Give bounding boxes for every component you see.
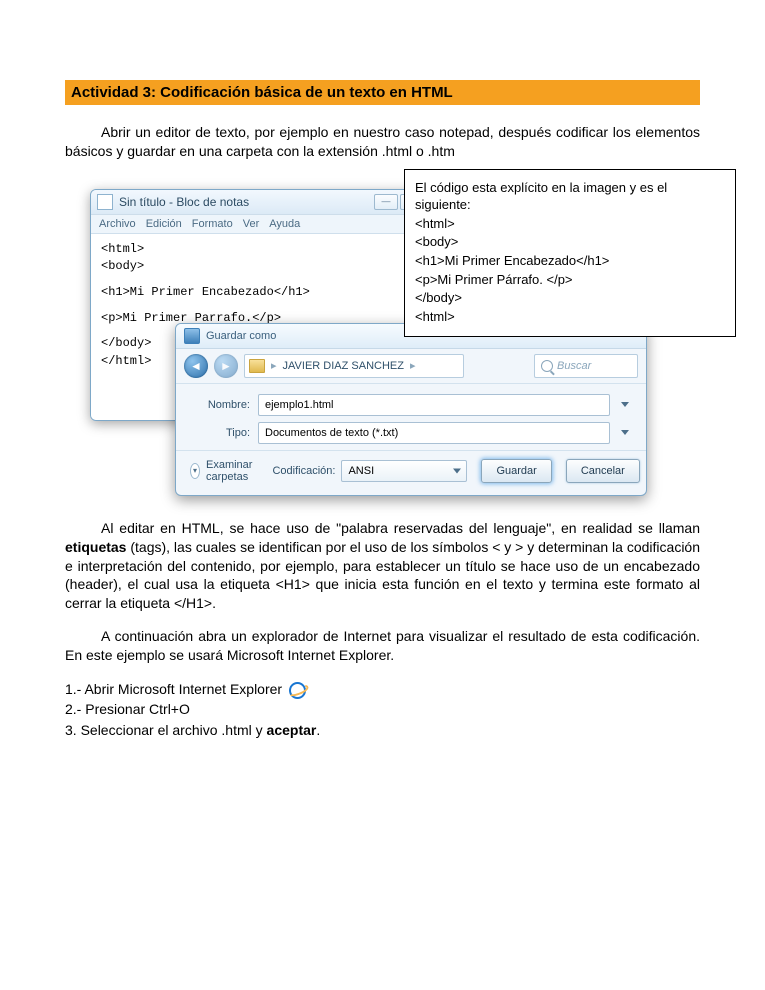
search-placeholder: Buscar xyxy=(557,360,591,372)
breadcrumb[interactable]: ▸ JAVIER DIAZ SANCHEZ ▸ xyxy=(244,354,464,378)
browse-folders-toggle[interactable]: ▾ Examinar carpetas xyxy=(190,459,258,483)
intro-paragraph: Abrir un editor de texto, por ejemplo en… xyxy=(65,123,700,161)
chevron-down-icon[interactable] xyxy=(621,430,629,435)
chevron-right-icon: ▸ xyxy=(410,359,416,372)
filename-label: Nombre: xyxy=(190,399,250,411)
step-3: 3. Seleccionar el archivo .html y acepta… xyxy=(65,720,700,740)
screenshot-figure: Sin título - Bloc de notas — ▢ ✕ Archivo… xyxy=(65,175,700,495)
filetype-select[interactable]: Documentos de texto (*.txt) xyxy=(258,422,610,444)
menu-ayuda[interactable]: Ayuda xyxy=(269,218,300,230)
notepad-title: Sin título - Bloc de notas xyxy=(119,195,249,209)
notepad-titlebar: Sin título - Bloc de notas — ▢ ✕ xyxy=(91,190,456,215)
filename-input[interactable]: ejemplo1.html xyxy=(258,394,610,416)
encoding-label: Codificación: xyxy=(272,465,335,477)
chevron-down-icon: ▾ xyxy=(190,463,200,479)
cancel-button[interactable]: Cancelar xyxy=(566,459,640,483)
folder-icon xyxy=(249,359,265,373)
callout-code: <html> xyxy=(415,308,725,326)
code-line: <html> xyxy=(101,242,446,258)
step-1: 1.- Abrir Microsoft Internet Explorer xyxy=(65,679,700,699)
code-line: <h1>Mi Primer Encabezado</h1> xyxy=(101,285,446,301)
save-as-dialog: Guardar como ◄ ► ▸ JAVIER DIAZ SANCHEZ ▸… xyxy=(175,323,647,496)
encoding-select[interactable]: ANSI xyxy=(341,460,467,482)
callout-text: El código esta explícito en la imagen y … xyxy=(415,179,725,214)
disk-icon xyxy=(184,328,200,344)
activity-heading: Actividad 3: Codificación básica de un t… xyxy=(65,80,700,105)
menu-formato[interactable]: Formato xyxy=(192,218,233,230)
code-line: <body> xyxy=(101,259,446,275)
notepad-menubar: Archivo Edición Formato Ver Ayuda xyxy=(91,215,456,234)
search-icon xyxy=(541,360,553,372)
back-button[interactable]: ◄ xyxy=(184,354,208,378)
chevron-down-icon[interactable] xyxy=(621,402,629,407)
menu-archivo[interactable]: Archivo xyxy=(99,218,136,230)
menu-edicion[interactable]: Edición xyxy=(146,218,182,230)
callout-code: <html> xyxy=(415,215,725,233)
saveas-title: Guardar como xyxy=(206,330,276,342)
minimize-button[interactable]: — xyxy=(374,194,398,210)
chevron-right-icon: ▸ xyxy=(271,359,277,372)
ie-icon xyxy=(288,681,304,697)
body-paragraph-2: Al editar en HTML, se hace uso de "palab… xyxy=(65,519,700,613)
saveas-navbar: ◄ ► ▸ JAVIER DIAZ SANCHEZ ▸ Buscar xyxy=(176,349,646,384)
steps-list: 1.- Abrir Microsoft Internet Explorer 2.… xyxy=(65,679,700,740)
document-icon xyxy=(97,194,113,210)
callout-code: </body> xyxy=(415,289,725,307)
search-input[interactable]: Buscar xyxy=(534,354,638,378)
step-2: 2.- Presionar Ctrl+O xyxy=(65,699,700,719)
menu-ver[interactable]: Ver xyxy=(243,218,260,230)
callout-code: <p>Mi Primer Párrafo. </p> xyxy=(415,271,725,289)
save-button[interactable]: Guardar xyxy=(481,459,551,483)
body-paragraph-3: A continuación abra un explorador de Int… xyxy=(65,627,700,665)
forward-button[interactable]: ► xyxy=(214,354,238,378)
code-callout: El código esta explícito en la imagen y … xyxy=(404,169,736,337)
breadcrumb-user: JAVIER DIAZ SANCHEZ xyxy=(283,360,404,372)
callout-code: <h1>Mi Primer Encabezado</h1> xyxy=(415,252,725,270)
filetype-label: Tipo: xyxy=(190,427,250,439)
callout-code: <body> xyxy=(415,233,725,251)
